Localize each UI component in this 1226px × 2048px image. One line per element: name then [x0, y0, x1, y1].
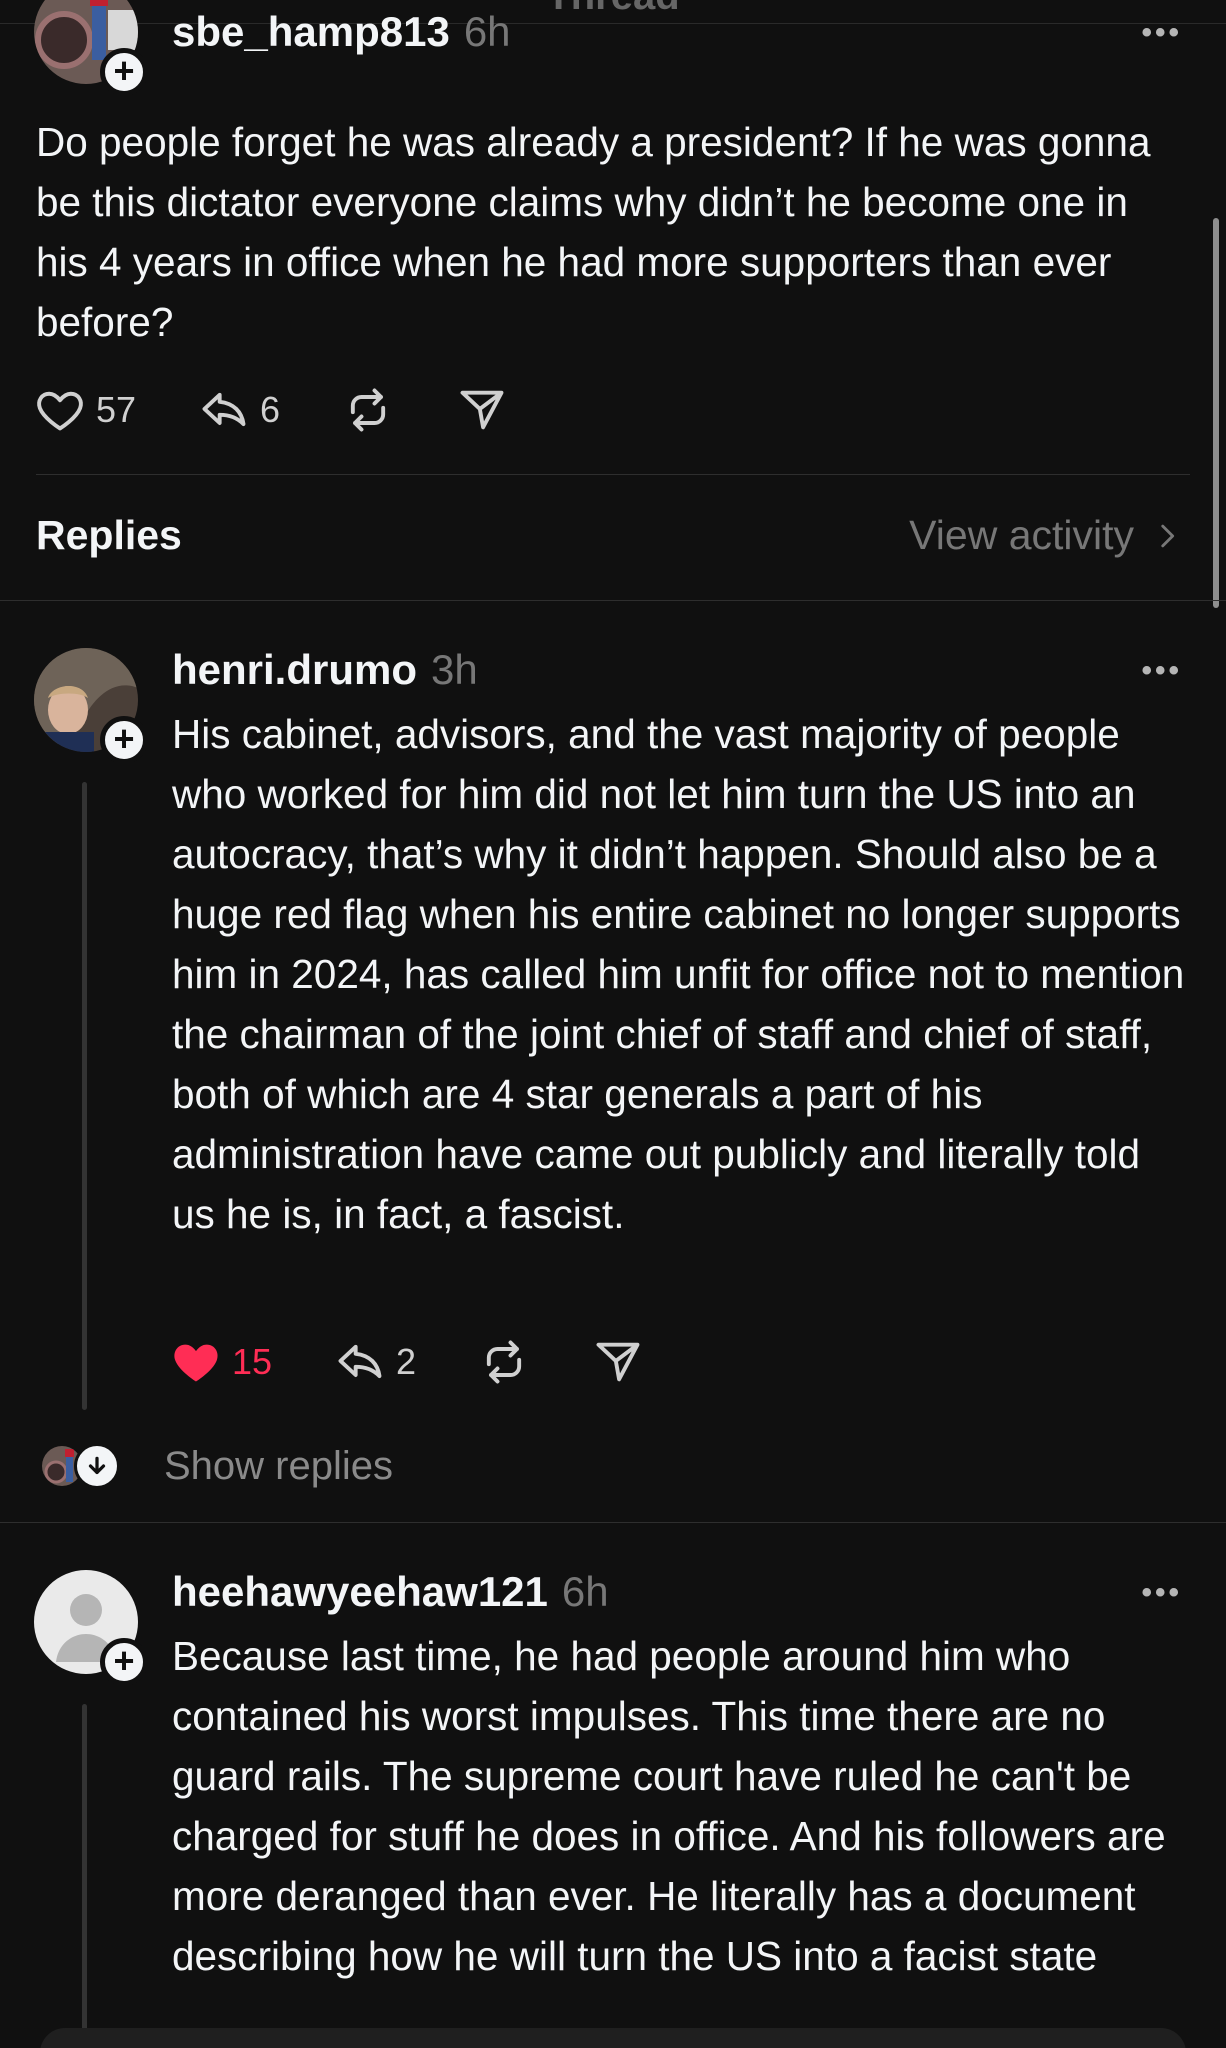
reply-avatar[interactable]: + [34, 648, 148, 764]
view-activity-label: View activity [909, 512, 1134, 558]
reply-more-dots-icon[interactable]: ••• [1141, 654, 1182, 688]
reply-arrow-icon [338, 1344, 382, 1379]
follow-plus-icon[interactable]: + [100, 48, 148, 96]
reply-count: 6 [260, 389, 281, 430]
follow-plus-icon[interactable]: + [100, 1638, 148, 1686]
repost-button[interactable] [342, 384, 394, 436]
post-username[interactable]: sbe_hamp813 [172, 8, 450, 55]
reply-avatar[interactable]: + [34, 1570, 148, 1686]
show-replies-label: Show replies [164, 1443, 394, 1488]
post-header: sbe_hamp813 6h [172, 8, 511, 56]
share-button[interactable] [592, 1336, 644, 1388]
arrow-down-icon [74, 1443, 120, 1489]
view-activity-link[interactable]: View activity [909, 512, 1184, 559]
reply-text: His cabinet, advisors, and the vast majo… [172, 711, 1185, 1237]
chevron-right-icon [1161, 524, 1175, 547]
repost-icon [486, 1340, 522, 1384]
post-time: 6h [463, 8, 511, 55]
thread-page: Thread + sbe_hamp8136h ••• Do people for… [0, 0, 1226, 2048]
reply-count: 2 [396, 1341, 417, 1382]
post-text: Do people forget he was already a presid… [36, 119, 1151, 345]
post-avatar[interactable]: + [34, 0, 148, 96]
reply-header: heehawyeehaw121 6h [172, 1568, 609, 1616]
post-divider [36, 474, 1190, 475]
share-button[interactable] [456, 384, 508, 436]
reply-text: Because last time, he had people around … [172, 1633, 1166, 1979]
post-actions: 57 6 [34, 382, 570, 438]
reply-button[interactable]: 2 [334, 1336, 416, 1388]
reply-divider [0, 1522, 1226, 1523]
reply-time: 6h [561, 1568, 609, 1615]
follow-plus-icon[interactable]: + [100, 716, 148, 764]
reply-time: 3h [431, 646, 478, 693]
repost-button[interactable] [478, 1336, 530, 1388]
reply-actions: 15 2 [170, 1334, 706, 1390]
send-icon [460, 390, 504, 430]
heart-filled-icon [174, 1344, 218, 1382]
show-replies-button[interactable]: Show replies [40, 1436, 393, 1496]
reply-username[interactable]: heehawyeehaw121 [172, 1568, 548, 1615]
scrollbar[interactable] [1213, 218, 1219, 608]
like-button[interactable]: 57 [34, 384, 136, 436]
reply-button[interactable]: 6 [198, 384, 280, 436]
like-button[interactable]: 15 [170, 1336, 272, 1388]
heart-icon [37, 391, 83, 431]
bottom-reply-bar[interactable] [40, 2028, 1186, 2048]
reply-header: henri.drumo 3h [172, 646, 478, 694]
reply-arrow-icon [202, 392, 246, 427]
replies-divider [0, 600, 1226, 601]
thread-line [82, 782, 87, 1410]
reply-username[interactable]: henri.drumo [172, 646, 417, 693]
like-count: 57 [96, 389, 137, 430]
replies-heading: Replies [36, 512, 182, 558]
repost-icon [350, 388, 386, 432]
post-more-dots-icon[interactable]: ••• [1141, 16, 1182, 50]
send-icon [596, 1342, 640, 1382]
like-count: 15 [232, 1341, 273, 1382]
reply-more-dots-icon[interactable]: ••• [1141, 1576, 1182, 1610]
thread-line [82, 1704, 87, 2048]
